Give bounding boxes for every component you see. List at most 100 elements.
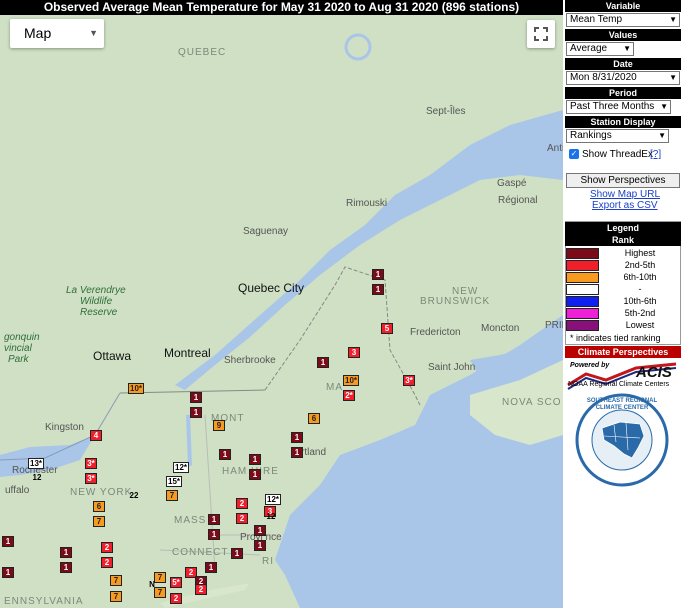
station-marker-31[interactable]: 6 xyxy=(93,501,105,512)
place-montreal: Montreal xyxy=(164,346,211,360)
place-maine: MA xyxy=(326,382,343,393)
place-sept-iles: Sept-Îles xyxy=(426,106,466,117)
station-marker-18[interactable]: 1 xyxy=(249,469,261,480)
legend-label: - xyxy=(638,284,642,294)
station-marker-50[interactable]: 5* xyxy=(170,577,182,588)
fullscreen-button[interactable] xyxy=(527,20,555,48)
variable-select[interactable]: Mean Temp ▼ xyxy=(566,13,680,27)
threadex-help-link[interactable]: [?] xyxy=(650,149,661,160)
station-marker-23[interactable]: 12* xyxy=(173,462,190,473)
legend-label: 2nd-5th xyxy=(624,260,656,270)
place-massachusetts: MASS xyxy=(174,515,207,526)
place-wildlife: Wildlife xyxy=(80,296,113,307)
place-kingston: Kingston xyxy=(45,422,84,433)
station-marker-13[interactable]: 1 xyxy=(291,432,303,443)
period-select-value: Past Three Months xyxy=(570,101,655,112)
variable-header: Variable xyxy=(565,0,681,12)
station-marker-36[interactable]: 1 xyxy=(208,529,220,540)
station-marker-15[interactable]: 4 xyxy=(90,430,102,441)
station-marker-12[interactable]: 6 xyxy=(308,413,320,424)
station-marker-25[interactable]: 7 xyxy=(166,490,178,501)
map-type-label: Map xyxy=(24,25,52,41)
chevron-down-icon: ▼ xyxy=(669,15,677,24)
station-marker-11[interactable]: 9 xyxy=(213,420,225,431)
place-new-brunswick-2: BRUNSWICK xyxy=(420,296,491,307)
station-marker-35[interactable]: 1 xyxy=(254,525,266,536)
station-marker-54[interactable]: 7 xyxy=(110,591,122,602)
station-marker-3[interactable]: 3 xyxy=(348,347,360,358)
station-marker-48[interactable]: 7 xyxy=(110,575,122,586)
station-marker-14[interactable]: 1 xyxy=(291,447,303,458)
station-marker-2[interactable]: 5 xyxy=(381,323,393,334)
srcc-logo-text: SOUTHEAST REGIONAL CLIMATE CENTER xyxy=(586,398,658,411)
station-marker-1[interactable]: 1 xyxy=(372,284,384,295)
legend-swatch xyxy=(566,320,599,331)
station-marker-26[interactable]: 22 xyxy=(128,491,140,502)
map-canvas[interactable]: Map ▼ QUEBEC Saguenay Rimouski Sept-Îles Ant… xyxy=(0,15,563,608)
station-marker-33[interactable]: 1 xyxy=(208,514,220,525)
show-perspectives-button[interactable]: Show Perspectives xyxy=(566,173,680,188)
station-marker-9[interactable]: 1 xyxy=(190,392,202,403)
place-gaspe: Gaspé xyxy=(497,178,527,189)
threadex-checkbox[interactable]: ✓ xyxy=(569,149,579,159)
station-marker-4[interactable]: 1 xyxy=(317,357,329,368)
station-marker-7[interactable]: 3* xyxy=(403,375,415,386)
place-ottawa: Ottawa xyxy=(93,349,132,363)
place-rimouski: Rimouski xyxy=(346,198,388,209)
station-marker-27[interactable]: 12* xyxy=(265,494,282,505)
station-marker-52[interactable]: 2 xyxy=(195,584,207,595)
station-marker-10[interactable]: 1 xyxy=(190,407,202,418)
station-marker-55[interactable]: 2 xyxy=(170,593,182,604)
station-marker-44[interactable]: 1 xyxy=(205,562,217,573)
show-map-url-link[interactable]: Show Map URL xyxy=(590,189,660,200)
station-marker-19[interactable]: 3* xyxy=(85,458,97,469)
station-marker-22[interactable]: 12 xyxy=(31,473,43,484)
station-marker-30[interactable]: 12 xyxy=(265,512,277,523)
station-marker-21[interactable]: 13* xyxy=(28,458,45,469)
map-title: Observed Average Mean Temperature for Ma… xyxy=(0,0,563,15)
station-marker-20[interactable]: 3* xyxy=(85,473,97,484)
legend-swatch xyxy=(566,260,599,271)
map-type-select[interactable]: Map ▼ xyxy=(10,19,104,48)
station-marker-37[interactable]: 1 xyxy=(254,540,266,551)
legend-swatch xyxy=(566,272,599,283)
place-nova-scotia: NOVA SCO xyxy=(502,397,562,408)
station-marker-40[interactable]: 1 xyxy=(60,547,72,558)
station-marker-0[interactable]: 1 xyxy=(372,269,384,280)
station-marker-32[interactable]: 7 xyxy=(93,516,105,527)
station-marker-17[interactable]: 1 xyxy=(249,454,261,465)
date-select[interactable]: Mon 8/31/2020 ▼ xyxy=(566,71,680,85)
station-marker-6[interactable]: 2* xyxy=(343,390,355,401)
legend-label: Highest xyxy=(624,248,656,258)
station-marker-45[interactable]: 1 xyxy=(2,567,14,578)
station-marker-39[interactable]: 2 xyxy=(101,542,113,553)
station-marker-24[interactable]: 15* xyxy=(166,476,183,487)
place-regional: Régional xyxy=(498,195,538,206)
station-marker-43[interactable]: 1 xyxy=(60,562,72,573)
place-anticosti: Antic xyxy=(547,143,563,154)
legend-swatch xyxy=(566,308,599,319)
station-marker-5[interactable]: 10* xyxy=(343,375,360,386)
station-display-select[interactable]: Rankings ▼ xyxy=(566,129,669,143)
station-marker-53[interactable]: 7 xyxy=(154,587,166,598)
place-algonquin: gonquin xyxy=(4,332,40,343)
acis-logo-text: ACIS xyxy=(636,364,672,381)
date-select-value: Mon 8/31/2020 xyxy=(570,72,637,83)
station-marker-28[interactable]: 2 xyxy=(236,498,248,509)
station-marker-42[interactable]: 2 xyxy=(101,557,113,568)
place-buffalo: uffalo xyxy=(5,485,30,496)
station-marker-34[interactable]: 2 xyxy=(236,513,248,524)
station-marker-41[interactable]: 1 xyxy=(231,548,243,559)
period-header: Period xyxy=(565,87,681,99)
values-select[interactable]: Average ▼ xyxy=(566,42,634,56)
station-marker-16[interactable]: 1 xyxy=(219,449,231,460)
export-csv-link[interactable]: Export as CSV xyxy=(592,200,658,211)
values-select-value: Average xyxy=(570,43,608,54)
station-marker-38[interactable]: 1 xyxy=(2,536,14,547)
station-display-header: Station Display xyxy=(565,116,681,128)
place-fredericton: Fredericton xyxy=(410,327,461,338)
station-marker-8[interactable]: 10* xyxy=(128,383,145,394)
place-sherbrooke: Sherbrooke xyxy=(224,355,276,366)
period-select[interactable]: Past Three Months ▼ xyxy=(566,100,671,114)
climate-perspectives-bar[interactable]: Climate Perspectives xyxy=(565,346,681,358)
